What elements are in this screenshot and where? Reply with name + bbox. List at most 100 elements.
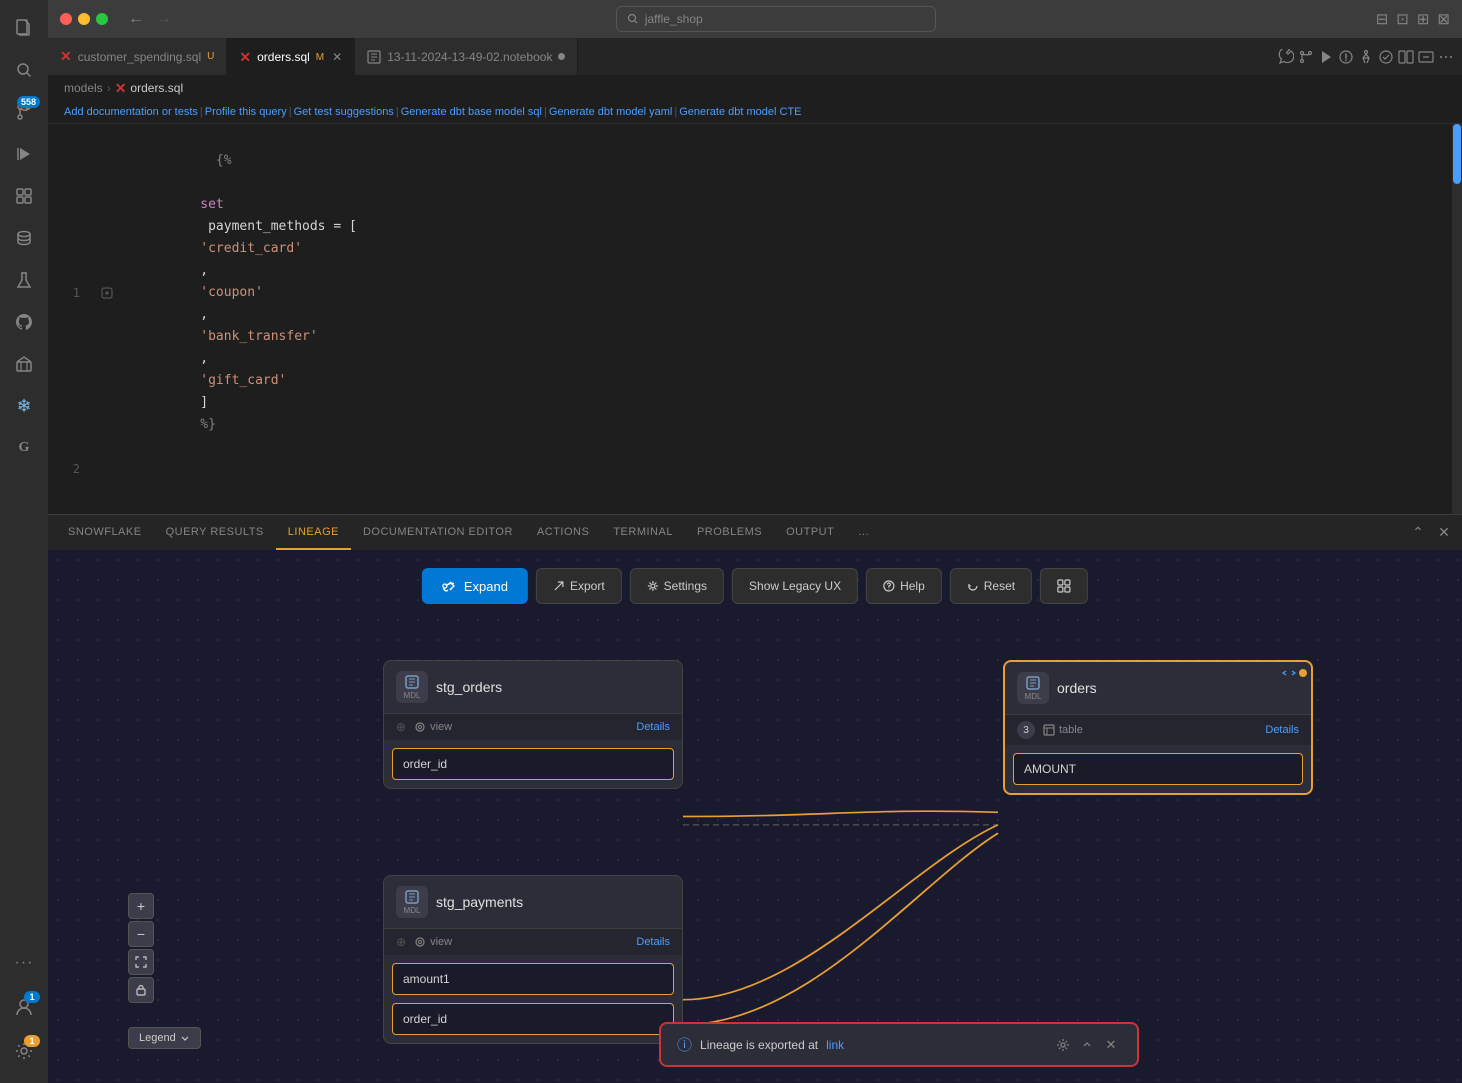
settings-button[interactable]: Settings <box>630 568 724 604</box>
activity-icon-user[interactable]: 1 <box>4 987 44 1027</box>
tab-query-results[interactable]: QUERY RESULTS <box>154 515 276 550</box>
tab-notebook[interactable]: 13-11-2024-13-49-02.notebook <box>355 38 578 75</box>
tab-problems[interactable]: PROBLEMS <box>685 515 774 550</box>
add-icon[interactable]: ⊕ <box>396 720 406 734</box>
notification-link[interactable]: link <box>826 1038 844 1052</box>
reset-label: Reset <box>984 579 1015 593</box>
tab-output[interactable]: OUTPUT <box>774 515 846 550</box>
zoom-out-button[interactable]: − <box>128 921 154 947</box>
activity-icon-github[interactable] <box>4 302 44 342</box>
export-button[interactable]: Export <box>536 568 622 604</box>
panel-close-btn[interactable]: ✕ <box>1434 523 1454 543</box>
forward-button[interactable]: → <box>152 8 176 30</box>
action-add-docs[interactable]: Add documentation or tests <box>64 106 198 118</box>
activity-icon-more[interactable]: ··· <box>4 943 44 983</box>
tab-actions[interactable]: ACTIONS <box>525 515 601 550</box>
search-bar[interactable]: jaffle_shop <box>616 6 936 32</box>
back-button[interactable]: ← <box>124 8 148 30</box>
activity-icon-package[interactable] <box>4 344 44 384</box>
extra-action-button[interactable] <box>1040 568 1088 604</box>
line-content-3: with orders as ( <box>118 480 1462 514</box>
reset-button[interactable]: Reset <box>950 568 1032 604</box>
collapse-editor-icon[interactable] <box>1418 49 1434 65</box>
minimize-button[interactable] <box>78 13 90 25</box>
notification-chevron-up-button[interactable] <box>1077 1035 1097 1055</box>
layout-icon-3[interactable]: ⊞ <box>1417 10 1430 28</box>
action-test-suggestions[interactable]: Get test suggestions <box>294 106 394 118</box>
zoom-fit-button[interactable] <box>128 949 154 975</box>
tab-orders[interactable]: ✕ orders.sql M ✕ <box>227 38 355 75</box>
maximize-button[interactable] <box>96 13 108 25</box>
notification-close-button[interactable]: ✕ <box>1101 1035 1121 1055</box>
add-icon-payments[interactable]: ⊕ <box>396 935 406 949</box>
view-badge[interactable]: view <box>414 721 452 733</box>
node-orders: MDL orders 3 table <box>1003 660 1313 795</box>
panel-collapse-btn[interactable]: ⌃ <box>1408 523 1428 543</box>
more-options-icon[interactable] <box>1438 49 1454 65</box>
tab-close-orders[interactable]: ✕ <box>332 50 342 64</box>
activity-bar-bottom: ··· 1 1 <box>4 943 44 1083</box>
notification-text: Lineage is exported at <box>700 1038 818 1052</box>
wrench-icon[interactable] <box>1278 49 1294 65</box>
activity-icon-database[interactable] <box>4 218 44 258</box>
orders-table-badge[interactable]: table <box>1043 724 1083 736</box>
zoom-in-button[interactable]: + <box>128 893 154 919</box>
action-sep-4: | <box>544 106 547 118</box>
stg-orders-field-order-id[interactable]: order_id <box>392 748 674 780</box>
notification-settings-button[interactable] <box>1053 1035 1073 1055</box>
editor-scrollbar[interactable] <box>1452 124 1462 514</box>
zoom-lock-button[interactable] <box>128 977 154 1003</box>
close-button[interactable] <box>60 13 72 25</box>
play-icon[interactable] <box>1318 49 1334 65</box>
activity-icon-files[interactable] <box>4 8 44 48</box>
settings-label: Settings <box>664 579 707 593</box>
stg-payments-field-order-id[interactable]: order_id <box>392 1003 674 1035</box>
fold-icon-1[interactable] <box>96 287 118 299</box>
orders-details-link[interactable]: Details <box>1265 724 1299 736</box>
action-gen-model-cte[interactable]: Generate dbt model CTE <box>679 106 801 118</box>
stg-payments-field-amount1[interactable]: amount1 <box>392 963 674 995</box>
legend-button[interactable]: Legend <box>128 1027 201 1049</box>
activity-icon-flask[interactable] <box>4 260 44 300</box>
tab-more[interactable]: ... <box>846 515 881 550</box>
layout-icon-1[interactable]: ⊟ <box>1376 10 1389 28</box>
scrollbar-thumb[interactable] <box>1453 124 1461 184</box>
tab-snowflake[interactable]: SNOWFLAKE <box>56 515 154 550</box>
action-gen-model-sql[interactable]: Generate dbt base model sql <box>401 106 542 118</box>
orders-field-amount[interactable]: AMOUNT <box>1013 753 1303 785</box>
tab-documentation-editor[interactable]: DOCUMENTATION EDITOR <box>351 515 525 550</box>
tab-label-orders: orders.sql <box>257 50 310 64</box>
node-stg-payments-mdl: MDL <box>404 906 421 915</box>
activity-icon-greptile[interactable]: G <box>4 428 44 468</box>
activity-icon-run[interactable] <box>4 134 44 174</box>
layout-icon-4[interactable]: ⊠ <box>1437 10 1450 28</box>
activity-icon-source-control[interactable]: 558 <box>4 92 44 132</box>
checkmark-icon[interactable] <box>1378 49 1394 65</box>
tab-customer-spending[interactable]: ✕ customer_spending.sql U <box>48 38 227 75</box>
payments-view-badge[interactable]: view <box>414 936 452 948</box>
split-editor-icon[interactable] <box>1398 49 1414 65</box>
show-legacy-ux-button[interactable]: Show Legacy UX <box>732 568 858 604</box>
view-label-payments: view <box>430 936 452 948</box>
breadcrumb-file[interactable]: orders.sql <box>130 81 183 95</box>
activity-icon-settings[interactable]: 1 <box>4 1031 44 1071</box>
branch-icon[interactable] <box>1298 49 1314 65</box>
activity-icon-extensions[interactable] <box>4 176 44 216</box>
node-stg-payments-icon: MDL <box>396 886 428 918</box>
layout-icon-2[interactable]: ⊡ <box>1396 10 1409 28</box>
expand-button[interactable]: Expand <box>422 568 528 604</box>
action-gen-model-yaml[interactable]: Generate dbt model yaml <box>549 106 673 118</box>
activity-icon-snowflake[interactable]: ❄ <box>4 386 44 426</box>
tab-lineage[interactable]: LINEAGE <box>276 515 351 550</box>
breadcrumb-models[interactable]: models <box>64 81 103 95</box>
activity-icon-search[interactable] <box>4 50 44 90</box>
stg-payments-details-link[interactable]: Details <box>636 936 670 948</box>
help-button[interactable]: Help <box>866 568 942 604</box>
stg-orders-details-link[interactable]: Details <box>636 721 670 733</box>
notebook-dot <box>558 53 565 60</box>
alert-icon[interactable] <box>1338 49 1354 65</box>
tab-doc-editor-label: DOCUMENTATION EDITOR <box>363 526 513 538</box>
tab-terminal[interactable]: TERMINAL <box>601 515 685 550</box>
person-run-icon[interactable] <box>1358 49 1374 65</box>
action-profile[interactable]: Profile this query <box>205 106 287 118</box>
